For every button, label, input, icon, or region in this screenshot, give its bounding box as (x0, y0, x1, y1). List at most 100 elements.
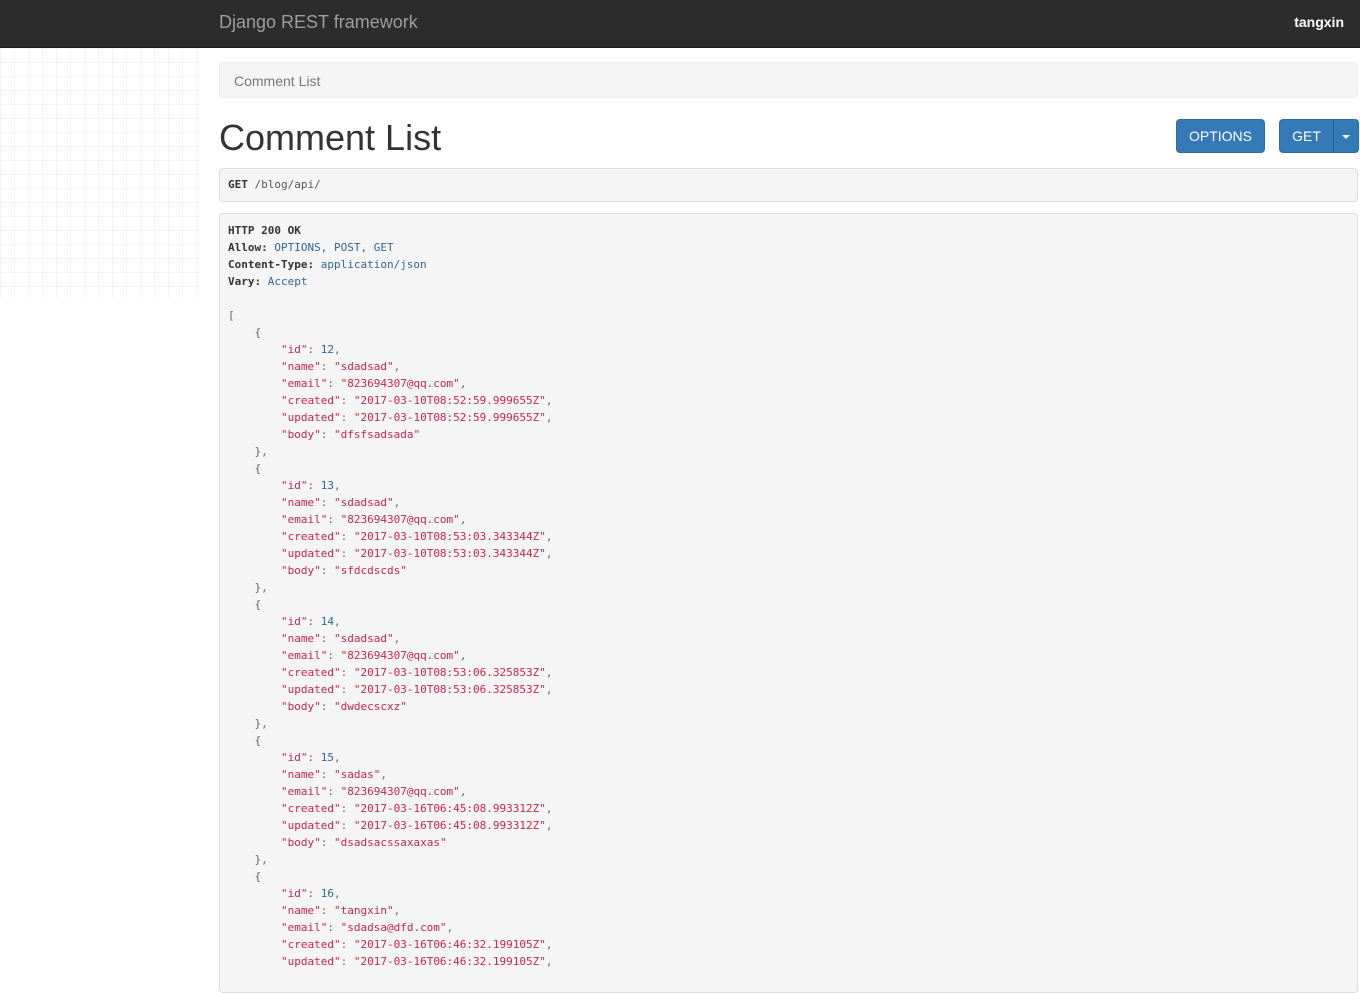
caret-down-icon (1342, 135, 1350, 140)
brace-close: }, (254, 581, 268, 594)
json-object-close: }, (228, 851, 553, 868)
json-field: "email": "823694307@qq.com", (228, 783, 553, 800)
comma: , (333, 887, 341, 900)
response-header: Content-Type: application/json (228, 256, 553, 273)
json-field: "name": "sdadsad", (228, 358, 553, 375)
comma: , (545, 666, 553, 679)
colon: : (327, 785, 341, 798)
json-key: "id" (280, 751, 308, 764)
colon: : (320, 836, 334, 849)
json-value-email: "823694307@qq.com" (340, 513, 460, 526)
get-format-dropdown-button[interactable] (1333, 119, 1359, 153)
options-button[interactable]: OPTIONS (1176, 119, 1265, 153)
json-value-id: 14 (320, 615, 334, 628)
json-value-body: "dsadsacssaxaxas" (333, 836, 447, 849)
json-key: "created" (280, 802, 341, 815)
json-object-close: }, (228, 443, 553, 460)
comma: , (545, 819, 553, 832)
json-value-created: "2017-03-16T06:46:32.199105Z" (353, 938, 546, 951)
json-value-body: "sfdcdscds" (333, 564, 407, 577)
header-key: Content-Type: (228, 258, 315, 271)
comma: , (393, 632, 401, 645)
json-key: "created" (280, 938, 341, 951)
json-field: "email": "823694307@qq.com", (228, 375, 553, 392)
json-field: "id": 12, (228, 341, 553, 358)
comma: , (333, 615, 341, 628)
colon: : (340, 938, 354, 951)
json-field: "body": "dfsfsadsada" (228, 426, 553, 443)
header-key: Vary: (228, 275, 262, 288)
json-object-open: { (228, 324, 553, 341)
colon: : (320, 700, 334, 713)
comma: , (545, 683, 553, 696)
comma: , (545, 530, 553, 543)
json-key: "email" (280, 921, 328, 934)
response-status: HTTP 200 OK (228, 224, 301, 237)
json-value-created: "2017-03-10T08:53:03.343344Z" (353, 530, 546, 543)
colon: : (327, 513, 341, 526)
brace-close: }, (254, 717, 268, 730)
breadcrumb-item[interactable]: Comment List (234, 73, 320, 89)
json-key: "updated" (280, 683, 341, 696)
json-value-id: 16 (320, 887, 334, 900)
json-key: "updated" (280, 955, 341, 968)
header-value: application/json (320, 258, 427, 271)
comma: , (545, 938, 553, 951)
json-key: "email" (280, 785, 328, 798)
colon: : (307, 887, 321, 900)
json-value-id: 12 (320, 343, 334, 356)
colon: : (320, 360, 334, 373)
json-key: "name" (280, 904, 321, 917)
breadcrumb: Comment List (219, 62, 1358, 98)
json-key: "email" (280, 513, 328, 526)
brand-link[interactable]: Django REST framework (219, 12, 418, 33)
comma: , (393, 360, 401, 373)
json-field: "name": "sadas", (228, 766, 553, 783)
colon: : (340, 411, 354, 424)
response-header: Allow: OPTIONS, POST, GET (228, 239, 553, 256)
json-value-name: "tangxin" (333, 904, 394, 917)
header-key: Allow: (228, 241, 268, 254)
json-field: "body": "sfdcdscds" (228, 562, 553, 579)
json-field: "name": "sdadsad", (228, 630, 553, 647)
json-field: "name": "tangxin", (228, 902, 553, 919)
json-value-email: "823694307@qq.com" (340, 377, 460, 390)
navbar: Django REST framework tangxin (0, 0, 1360, 48)
colon: : (340, 666, 354, 679)
colon: : (307, 615, 321, 628)
comma: , (459, 513, 467, 526)
json-field: "updated": "2017-03-10T08:53:03.343344Z"… (228, 545, 553, 562)
json-value-name: "sadas" (333, 768, 381, 781)
json-field: "created": "2017-03-10T08:53:06.325853Z"… (228, 664, 553, 681)
json-value-name: "sdadsad" (333, 360, 394, 373)
json-key: "body" (280, 836, 321, 849)
colon: : (340, 802, 354, 815)
colon: : (327, 649, 341, 662)
comma: , (393, 496, 401, 509)
json-value-name: "sdadsad" (333, 632, 394, 645)
json-value-updated: "2017-03-10T08:52:59.999655Z" (353, 411, 546, 424)
comma: , (380, 768, 387, 781)
json-value-updated: "2017-03-16T06:46:32.199105Z" (353, 955, 546, 968)
colon: : (320, 768, 334, 781)
comma: , (333, 343, 341, 356)
colon: : (340, 530, 354, 543)
user-menu[interactable]: tangxin (1294, 14, 1344, 30)
json-value-email: "sdadsa@dfd.com" (340, 921, 447, 934)
comma: , (545, 394, 553, 407)
json-value-name: "sdadsad" (333, 496, 394, 509)
colon: : (320, 564, 334, 577)
response-info: HTTP 200 OK Allow: OPTIONS, POST, GET Co… (219, 213, 1358, 993)
get-button[interactable]: GET (1279, 119, 1334, 153)
json-field: "id": 14, (228, 613, 553, 630)
comma: , (446, 921, 454, 934)
json-object-open: { (228, 732, 553, 749)
colon: : (340, 394, 354, 407)
json-key: "name" (280, 496, 321, 509)
colon: : (340, 683, 354, 696)
json-key: "body" (280, 700, 321, 713)
background-grid (0, 48, 200, 298)
json-value-updated: "2017-03-10T08:53:06.325853Z" (353, 683, 546, 696)
json-field: "email": "823694307@qq.com", (228, 647, 553, 664)
